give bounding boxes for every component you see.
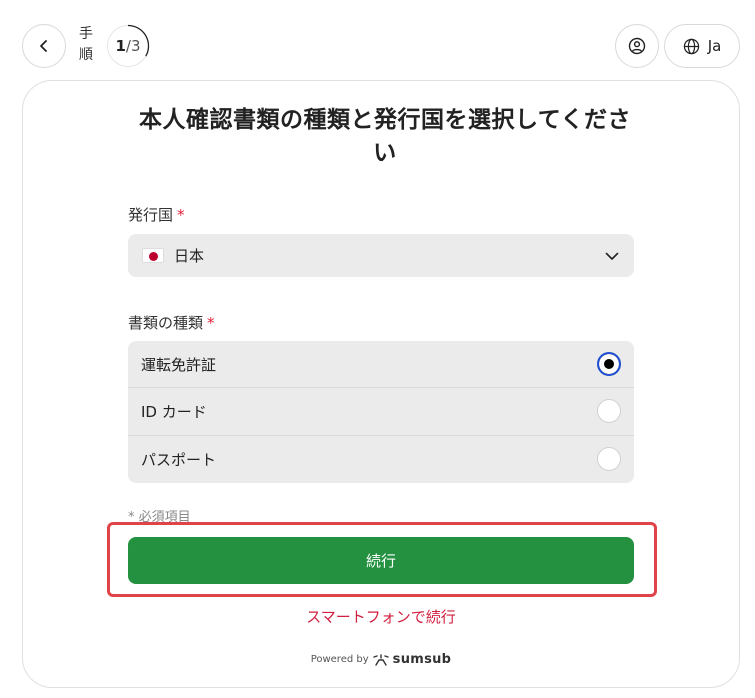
country-label-text: 発行国	[128, 206, 174, 224]
document-type-list: 運転免許証 ID カード パスポート	[128, 341, 634, 483]
user-circle-icon	[628, 37, 646, 55]
sumsub-logo-icon	[372, 653, 389, 666]
brand-name: sumsub	[392, 652, 452, 667]
page-title: 本人確認書類の種類と発行国を選択してください	[138, 107, 632, 166]
radio-unselected[interactable]	[597, 399, 621, 424]
chevron-left-icon	[40, 40, 47, 52]
continue-on-phone-link[interactable]: スマートフォンで続行	[0, 606, 755, 627]
highlight-box	[107, 522, 657, 597]
document-type-label-text: 書類の種類	[128, 314, 204, 332]
step-current: 1	[115, 37, 126, 55]
step-counter: 1 / 3	[106, 24, 150, 68]
radio-unselected[interactable]	[597, 447, 621, 472]
account-button[interactable]	[615, 24, 659, 68]
doc-option-id-card[interactable]: ID カード	[128, 388, 634, 436]
country-select[interactable]: 日本	[128, 234, 634, 277]
doc-option-label: 運転免許証	[141, 355, 217, 374]
doc-option-label: ID カード	[141, 402, 207, 421]
globe-icon	[683, 38, 699, 54]
powered-by-label: Powered by	[310, 654, 369, 665]
radio-selected[interactable]	[597, 352, 621, 377]
step-total: 3	[130, 37, 141, 55]
chevron-down-icon	[605, 252, 619, 260]
step-label: 手順	[79, 26, 93, 63]
country-label: 発行国 *	[128, 204, 185, 225]
japan-flag-icon	[142, 248, 164, 263]
country-value: 日本	[174, 247, 205, 265]
back-button[interactable]	[22, 24, 66, 68]
doc-option-label: パスポート	[141, 450, 217, 469]
language-button[interactable]: Ja	[664, 24, 740, 68]
required-mark: *	[177, 206, 185, 224]
powered-by: Powered by sumsub	[0, 652, 755, 667]
language-label: Ja	[707, 37, 722, 55]
document-type-label: 書類の種類 *	[128, 312, 215, 333]
required-mark: *	[207, 314, 215, 332]
doc-option-passport[interactable]: パスポート	[128, 436, 634, 483]
doc-option-drivers-license[interactable]: 運転免許証	[128, 341, 634, 389]
